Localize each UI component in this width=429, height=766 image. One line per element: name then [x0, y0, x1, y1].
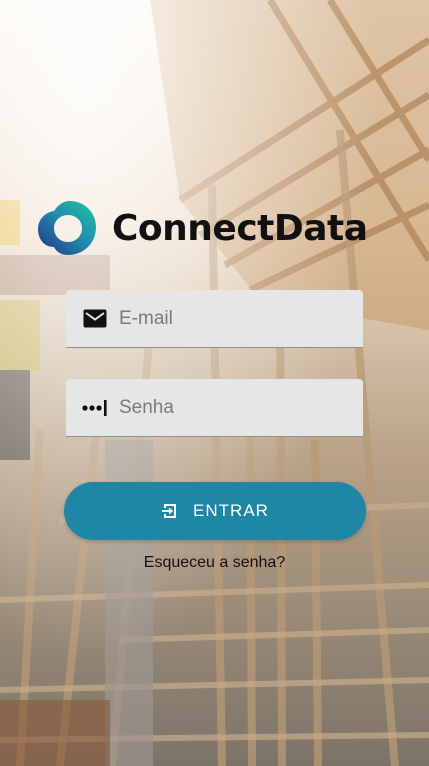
brand-name: ConnectData — [112, 207, 368, 249]
connectdata-logo-icon — [38, 201, 96, 255]
forgot-password-link[interactable]: Esqueceu a senha? — [0, 554, 429, 572]
email-placeholder: E-mail — [119, 307, 173, 329]
mail-icon — [82, 308, 108, 330]
password-field[interactable]: Senha — [66, 379, 363, 437]
login-button[interactable]: ENTRAR — [64, 482, 366, 540]
password-dots-icon — [82, 397, 108, 419]
login-arrow-icon — [162, 504, 177, 518]
login-screen: ConnectData E-mail Senha ENTRAR Esqueceu… — [0, 0, 429, 766]
email-field[interactable]: E-mail — [66, 290, 363, 348]
password-placeholder: Senha — [119, 396, 174, 418]
login-button-label: ENTRAR — [193, 501, 269, 520]
brand-logo: ConnectData — [34, 196, 400, 260]
